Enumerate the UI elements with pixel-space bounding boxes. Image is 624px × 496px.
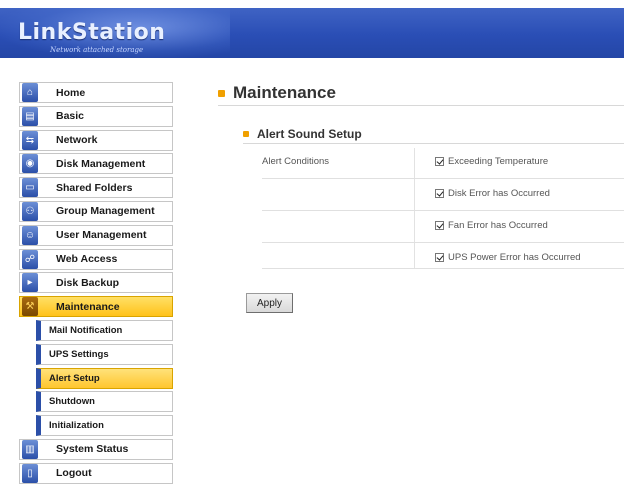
checkbox-label: Fan Error has Occurred (448, 220, 548, 231)
checkbox-fan-error[interactable]: Fan Error has Occurred (435, 220, 548, 231)
disk-icon: ◉ (22, 154, 38, 174)
checkbox-checked-icon[interactable] (435, 253, 444, 262)
sidebar-item-disk-management[interactable]: ◉ Disk Management (19, 153, 173, 175)
sidebar-subitem-ups-settings[interactable]: UPS Settings (36, 343, 173, 365)
sidebar-item-home[interactable]: ⌂ Home (19, 82, 173, 103)
sidebar-item-label: Disk Backup (56, 276, 120, 289)
sidebar-item-label: Basic (56, 110, 85, 123)
column-divider (414, 148, 415, 268)
user-icon: ☺ (22, 225, 38, 245)
bullet-icon (218, 89, 225, 97)
sidebar-item-system-status[interactable]: ▥ System Status (19, 438, 173, 460)
backup-icon: ▸ (22, 273, 38, 293)
sidebar-item-shared-folders[interactable]: ▭ Shared Folders (19, 177, 173, 199)
apply-button[interactable]: Apply (246, 293, 293, 313)
folder-icon: ▭ (22, 178, 38, 198)
checkbox-checked-icon[interactable] (435, 221, 444, 230)
sidebar-item-web-access[interactable]: ☍ Web Access (19, 248, 173, 270)
sidebar-item-label: Web Access (56, 253, 118, 266)
checkbox-checked-icon[interactable] (435, 157, 444, 166)
sidebar-item-label: Home (56, 86, 86, 99)
bullet-icon (243, 131, 249, 137)
page-title-text: Maintenance (233, 83, 336, 102)
sidebar-subitem-label: Mail Notification (49, 324, 123, 336)
sidebar: ⌂ Home ▤ Basic ⇆ Network ◉ Disk Manageme… (19, 82, 173, 487)
app-logo[interactable]: LinkStation (18, 20, 165, 45)
sidebar-item-disk-backup[interactable]: ▸ Disk Backup (19, 272, 173, 294)
basic-icon: ▤ (22, 106, 38, 126)
sidebar-item-network[interactable]: ⇆ Network (19, 129, 173, 151)
section-title-text: Alert Sound Setup (257, 127, 362, 141)
sidebar-item-label: System Status (56, 443, 129, 456)
page-title: Maintenance (218, 83, 336, 103)
alert-conditions-label: Alert Conditions (262, 156, 330, 167)
row-divider (262, 210, 624, 211)
sidebar-item-maintenance[interactable]: ⚒ Maintenance (19, 296, 173, 318)
row-divider (262, 178, 624, 179)
sidebar-item-label: User Management (56, 229, 147, 242)
sidebar-item-label: Maintenance (56, 300, 120, 313)
checkbox-exceeding-temperature[interactable]: Exceeding Temperature (435, 156, 548, 167)
sidebar-subitem-alert-setup[interactable]: Alert Setup (36, 367, 173, 389)
checkbox-ups-power-error[interactable]: UPS Power Error has Occurred (435, 252, 581, 263)
sidebar-item-basic[interactable]: ▤ Basic (19, 105, 173, 127)
sidebar-subitem-shutdown[interactable]: Shutdown (36, 391, 173, 413)
status-icon: ▥ (22, 439, 38, 459)
home-icon: ⌂ (22, 83, 38, 102)
sidebar-item-label: Group Management (56, 205, 155, 218)
group-icon: ⚇ (22, 201, 38, 221)
sidebar-item-label: Disk Management (56, 157, 146, 170)
section-divider (243, 143, 624, 144)
checkbox-checked-icon[interactable] (435, 189, 444, 198)
row-divider (262, 268, 624, 269)
sidebar-subitem-label: Initialization (49, 420, 104, 432)
sidebar-subitem-label: UPS Settings (49, 348, 109, 360)
checkbox-label: UPS Power Error has Occurred (448, 252, 581, 263)
sidebar-subitem-label: Alert Setup (49, 372, 100, 384)
checkbox-label: Disk Error has Occurred (448, 188, 550, 199)
sidebar-item-label: Network (56, 134, 98, 147)
title-divider (218, 105, 624, 106)
section-title: Alert Sound Setup (243, 127, 362, 141)
sidebar-subitem-label: Shutdown (49, 396, 95, 408)
sidebar-item-user-management[interactable]: ☺ User Management (19, 224, 173, 246)
sidebar-item-label: Logout (56, 467, 92, 480)
web-icon: ☍ (22, 249, 38, 269)
sidebar-subitem-initialization[interactable]: Initialization (36, 415, 173, 437)
checkbox-label: Exceeding Temperature (448, 156, 549, 167)
row-divider (262, 242, 624, 243)
logout-icon: ▯ (22, 463, 38, 483)
sidebar-subitem-mail-notification[interactable]: Mail Notification (36, 319, 173, 341)
network-icon: ⇆ (22, 130, 38, 150)
sidebar-item-label: Shared Folders (56, 181, 133, 194)
checkbox-disk-error[interactable]: Disk Error has Occurred (435, 188, 550, 199)
header-banner: LinkStation Network attached storage (0, 8, 624, 58)
sidebar-item-logout[interactable]: ▯ Logout (19, 462, 173, 484)
app-tagline: Network attached storage (50, 46, 144, 54)
maintenance-icon: ⚒ (22, 297, 38, 317)
sidebar-item-group-management[interactable]: ⚇ Group Management (19, 200, 173, 222)
